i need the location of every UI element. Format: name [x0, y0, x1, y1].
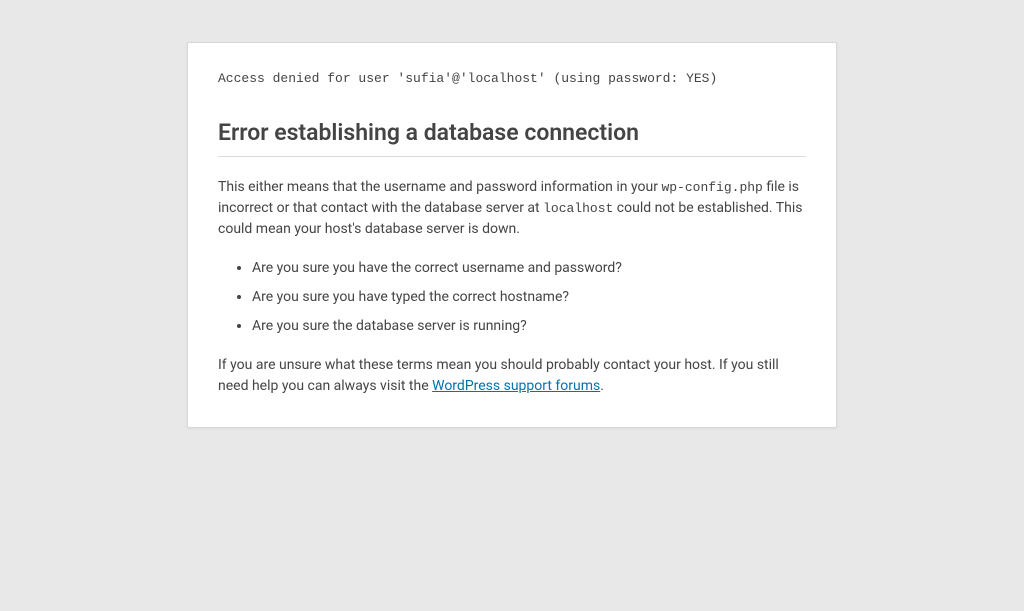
- error-page-container: Access denied for user 'sufia'@'localhos…: [187, 42, 837, 428]
- error-intro-paragraph: This either means that the username and …: [218, 177, 806, 240]
- list-item: Are you sure you have typed the correct …: [252, 287, 806, 308]
- outro-text-2: .: [600, 378, 604, 394]
- intro-text-1: This either means that the username and …: [218, 179, 661, 195]
- config-file-code: wp-config.php: [661, 180, 762, 195]
- list-item: Are you sure the database server is runn…: [252, 316, 806, 337]
- list-item: Are you sure you have the correct userna…: [252, 258, 806, 279]
- error-heading: Error establishing a database connection: [218, 119, 806, 157]
- database-error-message: Access denied for user 'sufia'@'localhos…: [218, 69, 806, 89]
- error-outro-paragraph: If you are unsure what these terms mean …: [218, 355, 806, 397]
- support-forums-link[interactable]: WordPress support forums: [432, 378, 600, 394]
- hostname-code: localhost: [543, 201, 613, 216]
- troubleshooting-list: Are you sure you have the correct userna…: [218, 258, 806, 337]
